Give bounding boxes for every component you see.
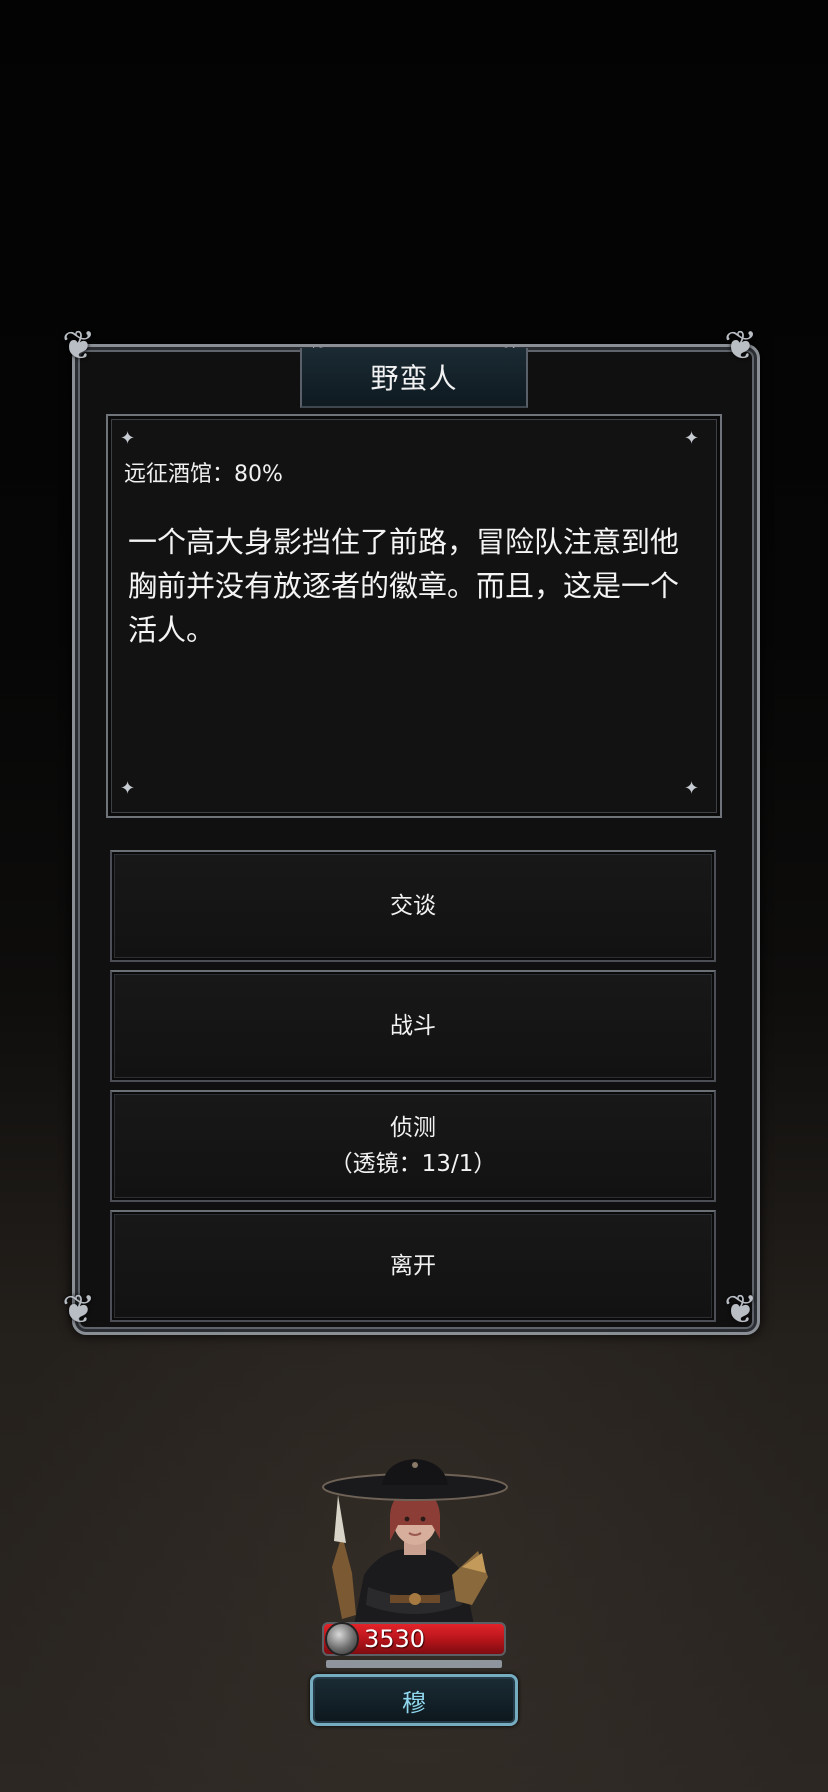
option-talk-button[interactable]: 交谈 <box>110 850 716 962</box>
event-title-bar: 野蛮人 <box>300 348 528 408</box>
option-leave-button[interactable]: 离开 <box>110 1210 716 1322</box>
event-title: 野蛮人 <box>370 362 458 395</box>
frame-ornament-top-left: ❦ <box>62 323 96 369</box>
sparkle-icon: ✦ <box>684 778 700 799</box>
hero-name: 穆 <box>402 1688 426 1717</box>
event-source-label: 远征酒馆：80% <box>124 462 283 487</box>
option-fight-button[interactable]: 战斗 <box>110 970 716 1082</box>
frame-ornament-top-right: ❦ <box>724 323 758 369</box>
hero-portrait[interactable] <box>312 1455 516 1635</box>
option-detect-button[interactable]: 侦测 （透镜：13/1） <box>110 1090 716 1202</box>
stamina-bar <box>326 1660 502 1668</box>
option-requirement: （透镜：13/1） <box>329 1151 497 1177</box>
hp-orb-icon <box>325 1622 359 1656</box>
sparkle-icon: ✦ <box>120 428 136 449</box>
frame-ornament-bottom-right: ❦ <box>724 1287 758 1333</box>
event-description-text: 一个高大身影挡住了前路，冒险队注意到他胸前并没有放逐者的徽章。而且，这是一个活人… <box>128 525 680 647</box>
frame-ornament-bottom-left: ❦ <box>62 1287 96 1333</box>
option-label: 战斗 <box>390 1013 436 1039</box>
sparkle-icon: ✦ <box>120 778 136 799</box>
hero-name-plate[interactable]: 穆 <box>310 1674 518 1726</box>
hp-value: 3530 <box>364 1625 426 1653</box>
sparkle-icon: ✦ <box>684 428 700 449</box>
option-label: 侦测 <box>390 1115 436 1141</box>
option-label: 离开 <box>390 1253 436 1279</box>
option-label: 交谈 <box>390 893 436 919</box>
